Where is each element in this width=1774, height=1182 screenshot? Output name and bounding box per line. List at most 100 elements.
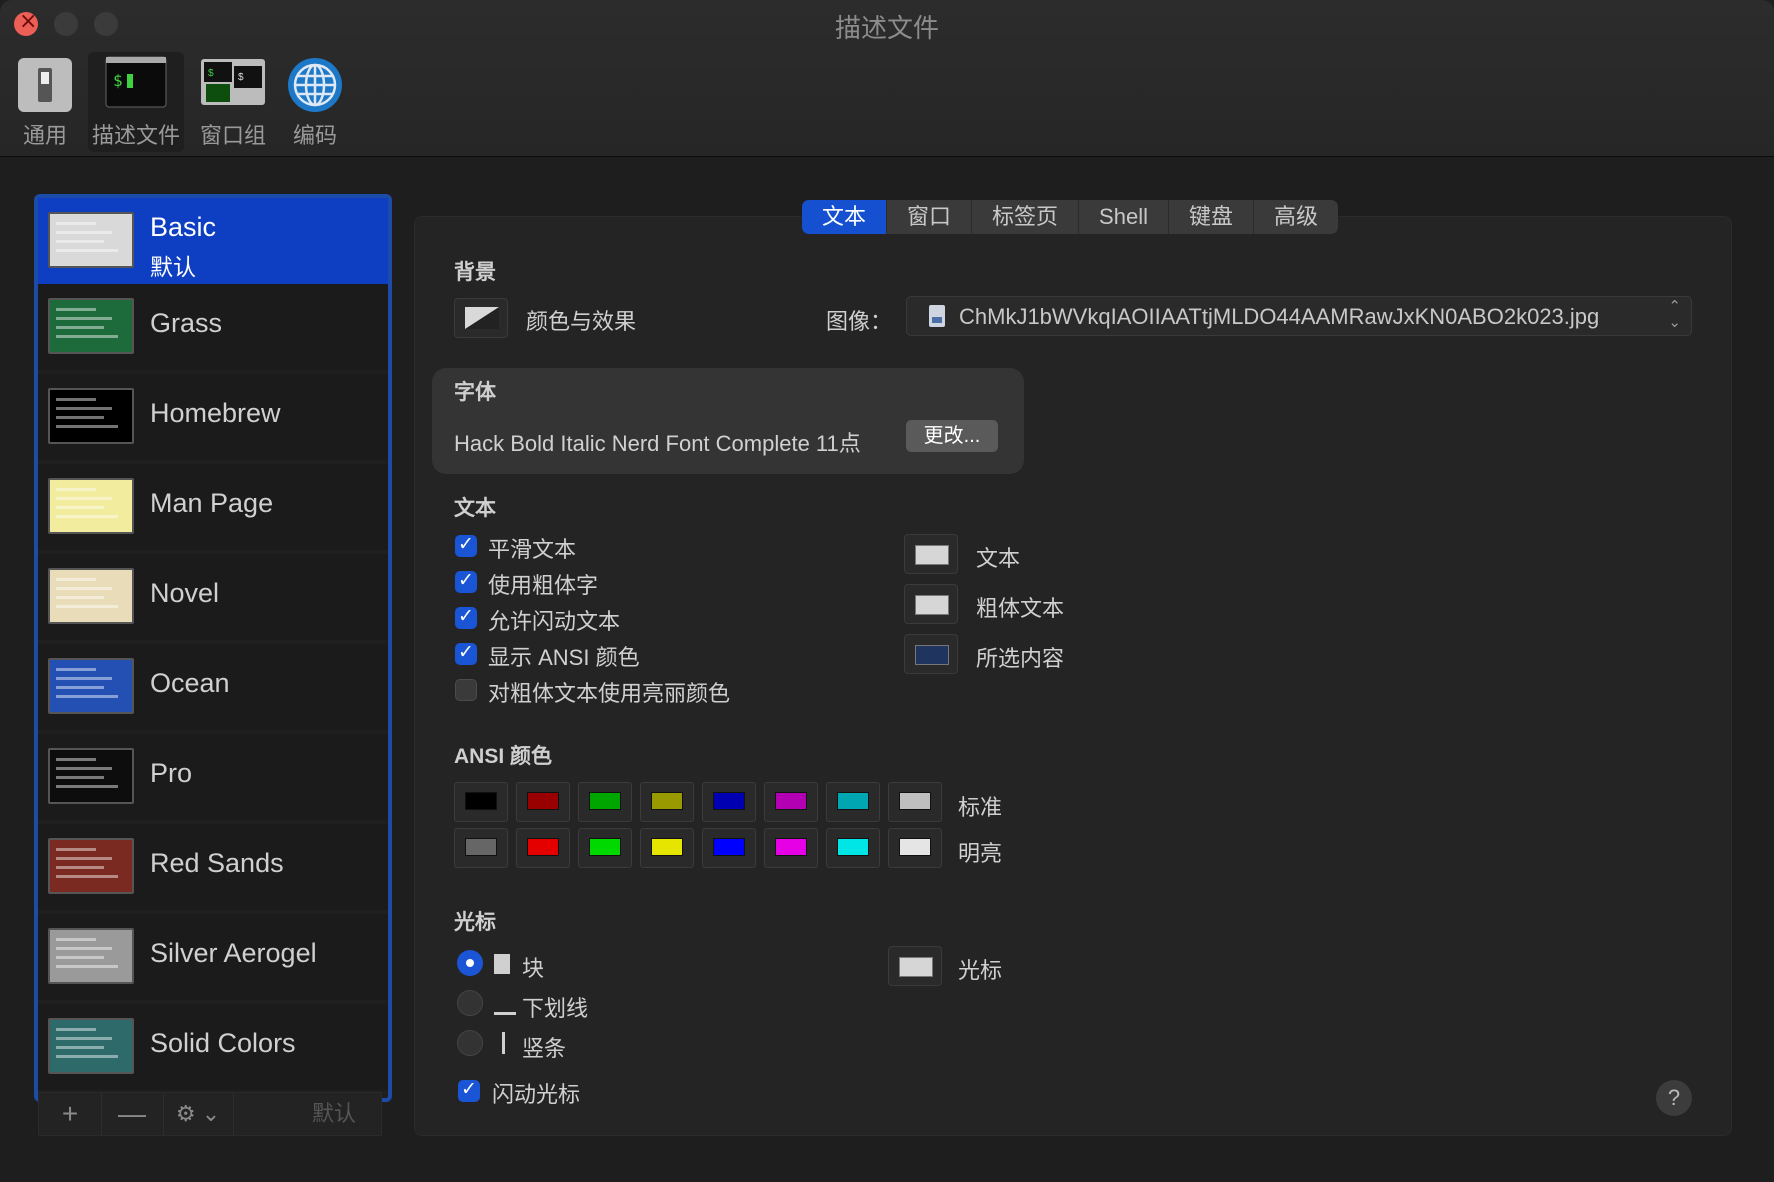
- ansi-standard-color-3[interactable]: [640, 782, 694, 822]
- profile-item-novel[interactable]: Novel: [38, 554, 388, 640]
- ansi-bright-color-fill: [713, 838, 745, 856]
- ansi-bright-color-2[interactable]: [578, 828, 632, 868]
- settings-tabs: 文本 窗口 标签页 Shell 键盘 高级: [802, 200, 1338, 234]
- ansi-bright-color-fill: [589, 838, 621, 856]
- profile-item-basic[interactable]: Basic 默认: [38, 198, 388, 284]
- ansi-standard-color-fill: [899, 792, 931, 810]
- profile-item-solid-colors[interactable]: Solid Colors: [38, 1004, 388, 1090]
- profile-item-pro[interactable]: Pro: [38, 734, 388, 820]
- font-value: Hack Bold Italic Nerd Font Complete 11点: [454, 431, 861, 456]
- tab-tabs[interactable]: 标签页: [972, 200, 1080, 234]
- toolbar-profiles-label: 描述文件: [91, 123, 180, 148]
- profile-list-controls: + — ⚙ ⌄ 默认: [38, 1092, 382, 1136]
- tab-text[interactable]: 文本: [802, 200, 888, 234]
- profile-item-red-sands[interactable]: Red Sands: [38, 824, 388, 910]
- profile-item-grass[interactable]: Grass: [38, 284, 388, 370]
- tab-shell[interactable]: Shell: [1079, 200, 1169, 234]
- ansi-standard-color-0[interactable]: [454, 782, 508, 822]
- thumb-text-line: [56, 776, 104, 779]
- profile-item-ocean[interactable]: Ocean: [38, 644, 388, 730]
- toolbar-encodings[interactable]: 编码: [270, 52, 360, 152]
- ansi-standard-color-7[interactable]: [888, 782, 942, 822]
- text-color-well[interactable]: [904, 534, 958, 574]
- cursor-bar-radio[interactable]: [457, 1030, 483, 1056]
- ansi-bright-color-3[interactable]: [640, 828, 694, 868]
- background-color-effects-button[interactable]: [454, 298, 508, 338]
- ansi-bright-color-5[interactable]: [764, 828, 818, 868]
- ansi-standard-color-fill: [527, 792, 559, 810]
- ansi-standard-color-fill: [713, 792, 745, 810]
- ansi-standard-color-2[interactable]: [578, 782, 632, 822]
- tab-keyboard[interactable]: 键盘: [1169, 200, 1254, 234]
- toolbar-profiles[interactable]: $ 描述文件: [88, 52, 184, 152]
- profile-list[interactable]: Basic 默认 Grass Homebrew Man Page Novel O…: [34, 194, 392, 1102]
- profile-thumbnail: [48, 748, 134, 804]
- cursor-block-label: 块: [522, 956, 545, 981]
- ansi-bright-color-0[interactable]: [454, 828, 508, 868]
- blinking-text-checkbox[interactable]: [455, 605, 477, 629]
- background-image-select[interactable]: ChMkJ1bWVkqIAOIIAATtjMLDO44AAMRawJxKN0AB…: [906, 296, 1692, 336]
- cursor-block-radio[interactable]: [457, 950, 483, 976]
- toolbar: 描述文件 通用 $ 描述文件 $$ 窗口组 编码: [0, 0, 1774, 157]
- add-profile-button[interactable]: +: [39, 1093, 102, 1135]
- thumb-text-line: [56, 596, 104, 599]
- thumb-text-line: [56, 578, 96, 581]
- set-default-button[interactable]: 默认: [287, 1093, 381, 1135]
- thumb-text-line: [56, 686, 104, 689]
- bold-text-color-well[interactable]: [904, 584, 958, 624]
- thumb-text-line: [56, 425, 118, 428]
- change-font-button[interactable]: 更改...: [906, 420, 998, 452]
- ansi-standard-color-6[interactable]: [826, 782, 880, 822]
- thumb-text-line: [56, 947, 112, 950]
- toolbar-general[interactable]: 通用: [0, 52, 90, 152]
- ansi-bright-color-fill: [651, 838, 683, 856]
- profile-name: Red Sands: [150, 848, 284, 878]
- remove-profile-button[interactable]: —: [101, 1093, 164, 1135]
- thumb-text-line: [56, 308, 96, 311]
- bright-bold-colors-checkbox[interactable]: [455, 679, 477, 701]
- smooth-text-label: 平滑文本: [488, 537, 577, 562]
- tab-advanced[interactable]: 高级: [1254, 200, 1338, 234]
- help-button[interactable]: ?: [1656, 1080, 1692, 1116]
- blink-cursor-checkbox[interactable]: [458, 1078, 480, 1102]
- profile-item-silver-aerogel[interactable]: Silver Aerogel: [38, 914, 388, 1000]
- cursor-color-well[interactable]: [888, 946, 942, 986]
- toolbar-window-groups[interactable]: $ $ 窗口组: [188, 52, 278, 152]
- ansi-standard-label: 标准: [958, 795, 1003, 820]
- thumb-text-line: [56, 695, 118, 698]
- thumb-text-line: [56, 416, 104, 419]
- ansi-bright-color-1[interactable]: [516, 828, 570, 868]
- profile-name: Novel: [150, 578, 220, 608]
- ansi-standard-color-4[interactable]: [702, 782, 756, 822]
- switch-icon: [16, 56, 74, 119]
- ansi-standard-color-5[interactable]: [764, 782, 818, 822]
- profile-thumbnail: [48, 212, 134, 268]
- thumb-text-line: [56, 231, 112, 234]
- smooth-text-checkbox[interactable]: [455, 533, 477, 557]
- thumb-text-line: [56, 956, 104, 959]
- ansi-bright-color-6[interactable]: [826, 828, 880, 868]
- ansi-colors-label: 显示 ANSI 颜色: [488, 645, 640, 670]
- selection-color-well[interactable]: [904, 634, 958, 674]
- profile-item-man-page[interactable]: Man Page: [38, 464, 388, 550]
- cursor-underline-radio[interactable]: [457, 990, 483, 1016]
- gear-menu-button[interactable]: ⚙ ⌄: [163, 1093, 234, 1135]
- profile-name: Basic: [150, 212, 217, 242]
- profile-name: Pro: [150, 758, 193, 788]
- underline-cursor-icon: [494, 1012, 516, 1015]
- ansi-bright-color-7[interactable]: [888, 828, 942, 868]
- profile-name: Ocean: [150, 668, 230, 698]
- text-section-title: 文本: [454, 497, 496, 520]
- window-title: 描述文件: [834, 13, 939, 43]
- background-image-value: ChMkJ1bWVkqIAOIIAATtjMLDO44AAMRawJxKN0AB…: [959, 304, 1600, 329]
- thumb-text-line: [56, 848, 96, 851]
- ansi-bright-color-4[interactable]: [702, 828, 756, 868]
- ansi-standard-color-1[interactable]: [516, 782, 570, 822]
- profile-default-tag: 默认: [150, 254, 196, 280]
- profile-item-homebrew[interactable]: Homebrew: [38, 374, 388, 460]
- cursor-color-label: 光标: [958, 958, 1003, 983]
- bold-fonts-checkbox[interactable]: [455, 569, 477, 593]
- ansi-colors-checkbox[interactable]: [455, 641, 477, 665]
- tab-window[interactable]: 窗口: [887, 200, 973, 234]
- bar-cursor-icon: [502, 1032, 505, 1054]
